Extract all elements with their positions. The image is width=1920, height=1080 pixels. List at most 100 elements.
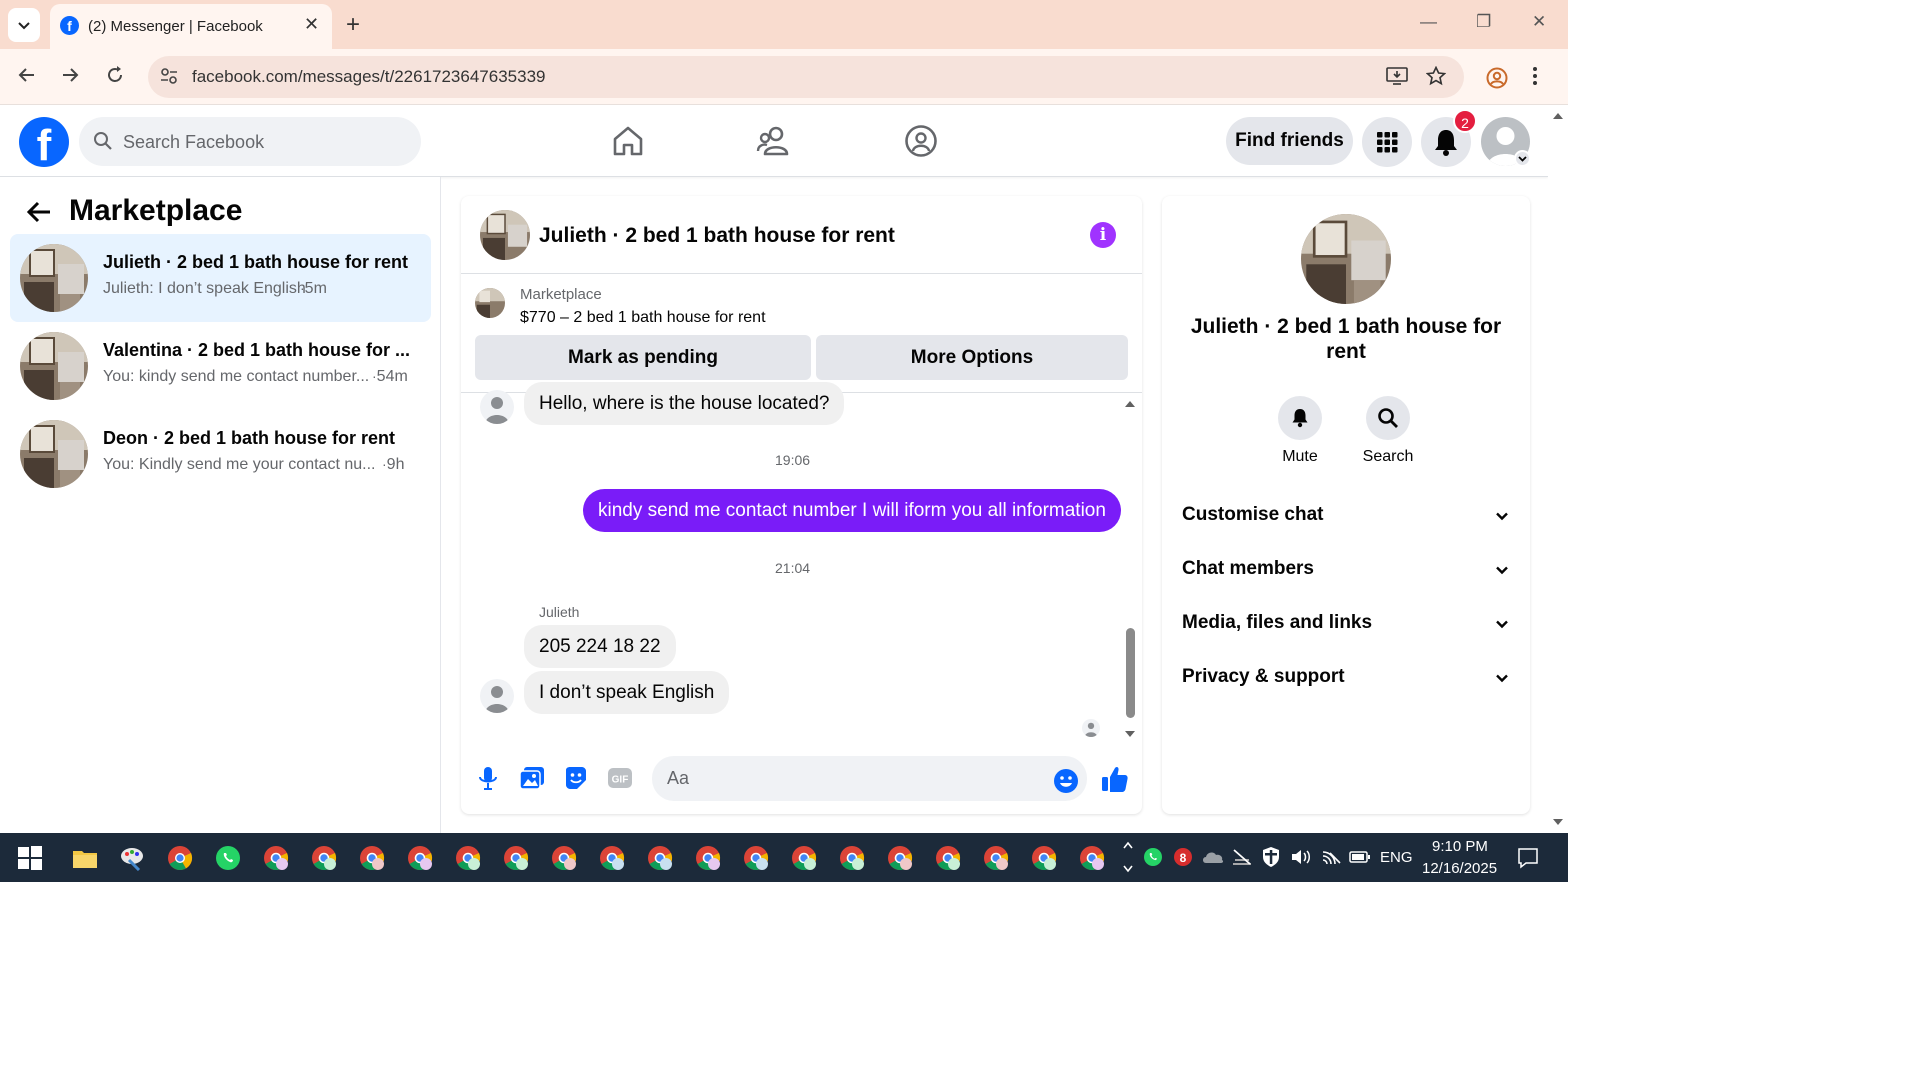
friends-icon[interactable] [756, 123, 792, 159]
mark-as-pending-button[interactable]: Mark as pending [475, 335, 811, 380]
tab-close-icon[interactable]: ✕ [304, 14, 319, 35]
back-icon[interactable] [17, 65, 37, 91]
chat-members-section[interactable]: Chat members [1182, 550, 1510, 590]
chrome-profile-icon[interactable] [551, 845, 577, 871]
more-options-button[interactable]: More Options [816, 335, 1128, 380]
new-tab-button[interactable]: + [346, 11, 360, 39]
conversation-item[interactable]: Deon · 2 bed 1 bath house for rent You: … [10, 410, 431, 498]
scroll-down-arrow-icon[interactable] [1552, 817, 1564, 827]
sticker-icon[interactable] [562, 764, 590, 792]
taskbar-scroll-icon[interactable] [1122, 839, 1134, 875]
chrome-profile-icon[interactable] [695, 845, 721, 871]
info-icon[interactable]: i [1090, 222, 1116, 248]
search-action[interactable]: Search [1353, 396, 1423, 466]
security-tray-icon[interactable]: 8 [1173, 846, 1193, 868]
paint-app-icon[interactable] [119, 845, 145, 871]
photo-icon[interactable] [518, 764, 546, 792]
find-friends-button[interactable]: Find friends [1226, 117, 1353, 165]
mute-action[interactable]: Mute [1265, 396, 1335, 466]
customise-chat-section[interactable]: Customise chat [1182, 496, 1510, 536]
notification-center-icon[interactable] [1517, 847, 1539, 869]
input-language[interactable]: ENG [1380, 849, 1413, 866]
scroll-up-arrow-icon[interactable] [1124, 396, 1136, 414]
chrome-profile-icon[interactable] [791, 845, 817, 871]
chrome-profile-icon[interactable] [311, 845, 337, 871]
menu-grid-button[interactable] [1362, 117, 1412, 167]
volume-icon[interactable] [1290, 847, 1312, 867]
privacy-support-section[interactable]: Privacy & support [1182, 658, 1510, 698]
chrome-profile-icon[interactable] [503, 845, 529, 871]
browser-tab-active[interactable]: f (2) Messenger | Facebook ✕ [50, 4, 332, 49]
chat-avatar[interactable] [480, 210, 530, 260]
window-close-icon[interactable]: ✕ [1532, 12, 1546, 32]
onedrive-icon[interactable] [1201, 848, 1225, 866]
chrome-profile-icon[interactable] [647, 845, 673, 871]
defender-icon[interactable] [1261, 846, 1281, 868]
section-label: Media, files and links [1182, 612, 1373, 633]
battery-icon[interactable] [1349, 849, 1371, 865]
message-bubble-outgoing[interactable]: kindy send me contact number I will ifor… [583, 489, 1121, 532]
scroll-up-arrow-icon[interactable] [1552, 111, 1564, 121]
facebook-search-box[interactable]: Search Facebook [79, 117, 421, 166]
microphone-icon[interactable] [474, 764, 502, 792]
page-scrollbar[interactable] [1548, 105, 1568, 833]
tab-search-button[interactable] [8, 8, 40, 42]
chrome-profile-icon[interactable] [839, 845, 865, 871]
clock-date[interactable]: 12/16/2025 [1422, 860, 1497, 877]
address-bar[interactable]: facebook.com/messages/t/2261723647635339 [148, 56, 1464, 98]
chrome-profile-icon[interactable] [983, 845, 1009, 871]
back-arrow-icon[interactable] [26, 199, 52, 231]
media-files-links-section[interactable]: Media, files and links [1182, 604, 1510, 644]
forward-icon[interactable] [60, 65, 80, 91]
chrome-profile-icon[interactable] [1031, 845, 1057, 871]
chrome-profile-icon[interactable] [407, 845, 433, 871]
chrome-profile-icon[interactable] [263, 845, 289, 871]
file-explorer-icon[interactable] [72, 845, 98, 871]
whatsapp-icon[interactable] [215, 845, 241, 871]
message-bubble-incoming[interactable]: I don’t speak English [524, 671, 730, 714]
reload-icon[interactable] [105, 65, 125, 91]
install-app-icon[interactable] [1386, 66, 1408, 92]
chat-scrollbar-thumb[interactable] [1126, 628, 1135, 718]
whatsapp-tray-icon[interactable] [1143, 847, 1163, 867]
like-thumb-icon[interactable] [1100, 764, 1130, 794]
message-bubble-incoming[interactable]: Hello, where is the house located? [524, 382, 845, 425]
chrome-profile-icon[interactable] [743, 845, 769, 871]
chevron-down-icon [1496, 674, 1508, 683]
chrome-profile-icon[interactable] [1079, 845, 1105, 871]
emoji-icon[interactable] [1053, 768, 1079, 794]
url-text[interactable]: facebook.com/messages/t/2261723647635339 [192, 67, 545, 87]
message-input[interactable] [652, 756, 1087, 801]
chrome-profile-icon[interactable] [599, 845, 625, 871]
groups-icon[interactable] [903, 123, 939, 159]
scroll-down-arrow-icon[interactable] [1124, 726, 1136, 744]
wifi-icon[interactable] [1320, 847, 1342, 867]
gif-icon[interactable]: GIF [606, 764, 634, 792]
chat-title[interactable]: Julieth · 2 bed 1 bath house for rent [539, 224, 895, 248]
home-icon[interactable] [610, 123, 646, 159]
clock-time[interactable]: 9:10 PM [1432, 838, 1488, 855]
message-bubble-incoming[interactable]: 205 224 18 22 [524, 625, 676, 668]
chrome-profile-icon[interactable] [935, 845, 961, 871]
network-off-icon[interactable] [1231, 847, 1253, 867]
chrome-profile-icon[interactable] [455, 845, 481, 871]
profile-icon[interactable] [1486, 67, 1508, 95]
chrome-profile-icon[interactable] [359, 845, 385, 871]
listing-thumbnail [20, 244, 88, 312]
listing-source: Marketplace [520, 286, 602, 303]
conversation-item[interactable]: Julieth · 2 bed 1 bath house for rent Ju… [10, 234, 431, 322]
minimize-icon[interactable]: — [1420, 12, 1437, 32]
site-info-icon[interactable] [160, 67, 178, 85]
listing-price-title[interactable]: $770 – 2 bed 1 bath house for rent [520, 309, 766, 327]
conversation-item[interactable]: Valentina · 2 bed 1 bath house for ... Y… [10, 322, 431, 410]
windows-start-icon[interactable] [17, 845, 43, 871]
facebook-logo-icon[interactable]: f [19, 117, 69, 167]
listing-thumbnail[interactable] [475, 288, 505, 318]
chrome-profile-icon[interactable] [887, 845, 913, 871]
bookmark-star-icon[interactable] [1425, 65, 1447, 92]
chrome-icon[interactable] [167, 845, 193, 871]
browser-menu-icon[interactable] [1532, 66, 1538, 92]
svg-text:8: 8 [1180, 851, 1187, 865]
restore-icon[interactable]: ❐ [1476, 12, 1491, 32]
account-chevron-icon[interactable] [1514, 150, 1531, 167]
